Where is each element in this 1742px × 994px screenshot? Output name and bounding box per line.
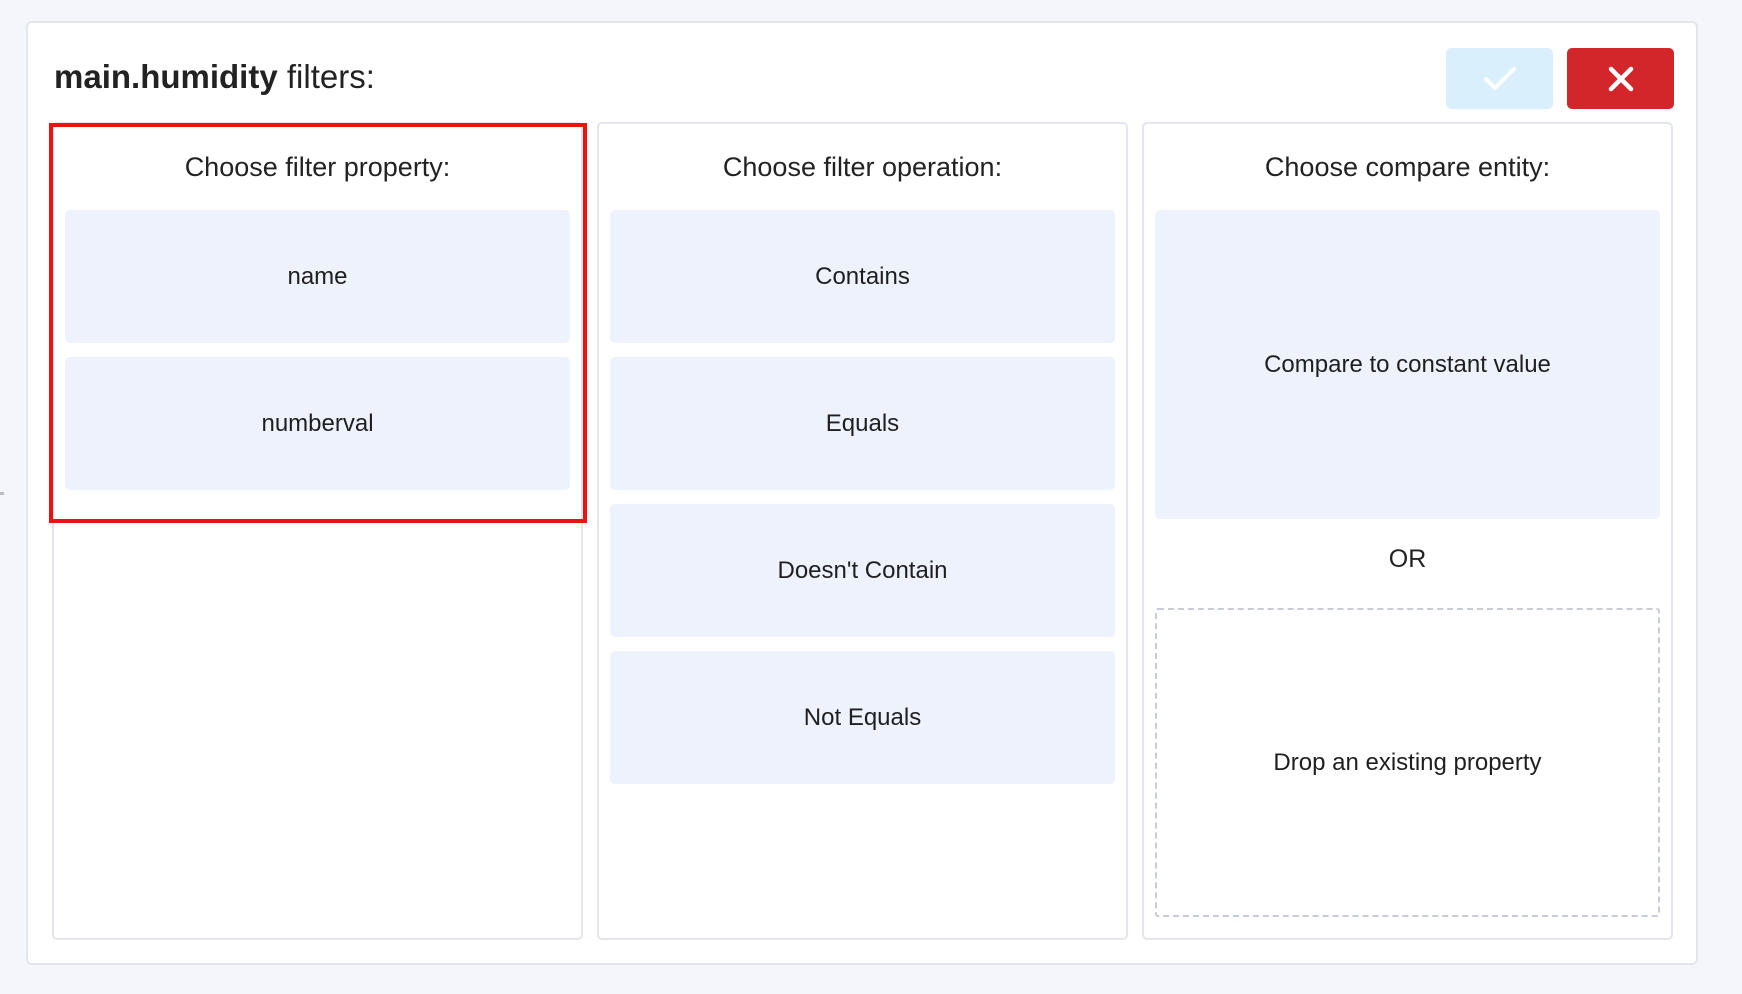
close-icon	[1608, 66, 1633, 91]
or-separator: OR	[1388, 545, 1427, 573]
filter-operation-panel: Choose filter operation: Contains Equals…	[597, 122, 1128, 940]
compare-entity-panel: Choose compare entity: Compare to consta…	[1142, 122, 1673, 940]
operation-option-doesnt-contain[interactable]: Doesn't Contain	[610, 504, 1115, 637]
compare-panel-heading: Choose compare entity:	[1264, 152, 1551, 182]
cancel-button[interactable]	[1567, 48, 1674, 109]
check-icon	[1483, 66, 1516, 90]
property-option-numberval[interactable]: numberval	[65, 357, 570, 490]
operation-panel-heading: Choose filter operation:	[722, 152, 1003, 182]
title-suffix: filters:	[277, 58, 375, 95]
property-drop-zone[interactable]: Drop an existing property	[1155, 608, 1660, 917]
property-panel-heading: Choose filter property:	[184, 152, 451, 182]
operation-option-equals[interactable]: Equals	[610, 357, 1115, 490]
confirm-button[interactable]	[1446, 48, 1553, 109]
property-option-name[interactable]: name	[65, 210, 570, 343]
compare-constant-button[interactable]: Compare to constant value	[1155, 210, 1660, 519]
filter-dialog: main.humidity filters: Choose filter pro…	[26, 21, 1698, 965]
title-entity: main.humidity	[54, 58, 278, 95]
dialog-title: main.humidity filters:	[54, 57, 375, 97]
operation-option-contains[interactable]: Contains	[610, 210, 1115, 343]
operation-option-not-equals[interactable]: Not Equals	[610, 651, 1115, 784]
edge-marker	[0, 492, 4, 495]
filter-property-panel: Choose filter property: name numberval	[52, 122, 583, 940]
